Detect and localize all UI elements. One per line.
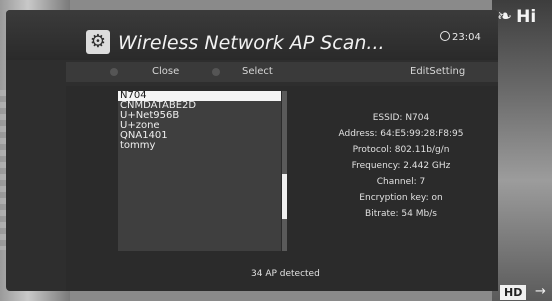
content-area: N704 CNMDATABE2D U+Net956B U+zone QNA140… bbox=[66, 86, 498, 291]
ap-details: ESSID: N704 Address: 64:E5:99:28:F8:95 P… bbox=[316, 110, 486, 222]
ap-scan-dialog: ⚙ Wireless Network AP Scan... 23:04 Clos… bbox=[6, 10, 498, 291]
scrollbar-thumb[interactable] bbox=[282, 174, 287, 219]
clock-icon bbox=[440, 31, 450, 41]
close-button[interactable]: Close bbox=[152, 66, 179, 77]
brand-text: Hi bbox=[516, 7, 537, 27]
list-scrollbar[interactable] bbox=[282, 91, 287, 251]
encryption-value: Encryption key: on bbox=[359, 193, 443, 203]
select-button[interactable]: Select bbox=[242, 66, 273, 77]
address-value: Address: 64:E5:99:28:F8:95 bbox=[338, 129, 464, 139]
list-item[interactable]: tommy bbox=[118, 141, 281, 151]
arrow-right-icon: → bbox=[535, 284, 546, 299]
clock: 23:04 bbox=[440, 31, 481, 43]
clock-time: 23:04 bbox=[452, 32, 481, 43]
title-bar: ⚙ Wireless Network AP Scan... 23:04 bbox=[6, 10, 498, 60]
background-right bbox=[492, 0, 552, 301]
window-title: Wireless Network AP Scan... bbox=[118, 32, 385, 54]
red-key-icon bbox=[110, 68, 118, 76]
green-key-icon bbox=[212, 68, 220, 76]
button-bar: Close Select EditSetting bbox=[66, 62, 498, 82]
background-brand: ❧ Hi bbox=[497, 6, 536, 27]
essid-value: ESSID: N704 bbox=[372, 113, 430, 123]
ap-count-status: 34 AP detected bbox=[251, 269, 320, 279]
frequency-value: Frequency: 2.442 GHz bbox=[351, 161, 451, 171]
bitrate-value: Bitrate: 54 Mb/s bbox=[365, 209, 437, 219]
channel-value: Channel: 7 bbox=[376, 177, 426, 187]
edit-setting-button[interactable]: EditSetting bbox=[410, 66, 465, 77]
brand-swirl-icon: ❧ bbox=[497, 6, 513, 27]
ap-list[interactable]: N704 CNMDATABE2D U+Net956B U+zone QNA140… bbox=[118, 91, 281, 251]
hd-badge: HD bbox=[500, 285, 527, 300]
gear-icon: ⚙ bbox=[86, 30, 110, 54]
protocol-value: Protocol: 802.11b/g/n bbox=[352, 145, 450, 155]
